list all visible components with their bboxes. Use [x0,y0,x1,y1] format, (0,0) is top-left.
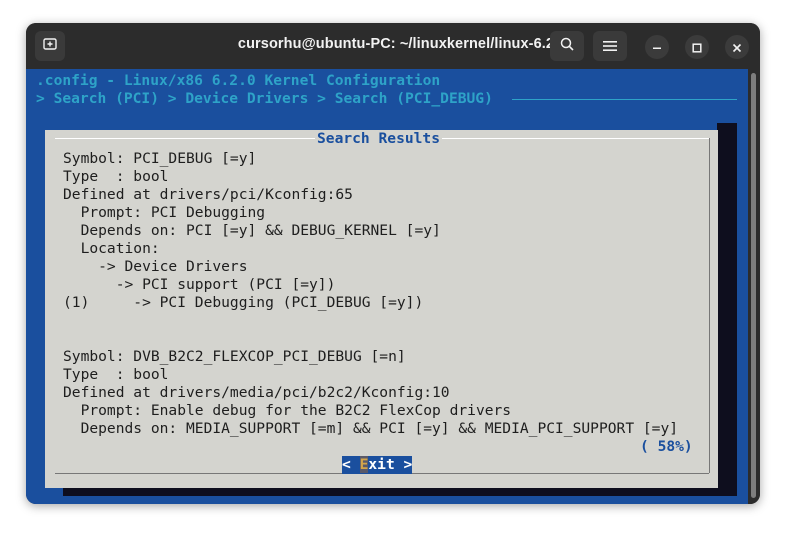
search-results-dialog: Search Results Symbol: PCI_DEBUG [=y] Ty… [45,130,718,488]
result-line: Type : bool [63,168,169,185]
new-tab-icon [42,36,58,56]
result-line: Depends on: MEDIA_SUPPORT [=m] && PCI [=… [63,420,679,437]
result-line: Defined at drivers/media/pci/b2c2/Kconfi… [63,384,450,401]
dialog-border-right [709,138,710,473]
search-icon [559,36,575,56]
minimize-icon [652,38,662,57]
titlebar: cursorhu@ubuntu-PC: ~/linuxkernel/linux-… [26,23,760,69]
breadcrumb-rule [512,99,737,100]
terminal-window: cursorhu@ubuntu-PC: ~/linuxkernel/linux-… [26,23,760,504]
result-line: Defined at drivers/pci/Kconfig:65 [63,186,353,203]
result-line: Depends on: PCI [=y] && DEBUG_KERNEL [=y… [63,222,441,239]
menu-button[interactable] [593,31,627,61]
close-button[interactable] [725,35,749,59]
menuconfig-header: .config - Linux/x86 6.2.0 Kernel Configu… [36,72,441,89]
search-button[interactable] [550,31,584,61]
maximize-button[interactable] [685,35,709,59]
dialog-title: Search Results [315,130,443,148]
result-line: Prompt: Enable debug for the B2C2 FlexCo… [63,402,512,419]
result-line: Symbol: PCI_DEBUG [=y] [63,150,257,167]
result-line: Location: [63,240,160,257]
maximize-icon [692,38,702,57]
close-icon [732,38,742,57]
scrollbar-thumb[interactable] [751,73,756,498]
result-line: Symbol: DVB_B2C2_FLEXCOP_PCI_DEBUG [=n] [63,348,406,365]
dialog-shadow-right [717,123,737,496]
terminal-scrollbar[interactable] [748,69,760,504]
terminal-area[interactable]: .config - Linux/x86 6.2.0 Kernel Configu… [26,69,748,504]
result-line-jump[interactable]: (1) -> PCI Debugging (PCI_DEBUG [=y]) [63,294,423,312]
scroll-percent: ( 58%) [640,438,693,455]
result-line: -> Device Drivers [63,258,248,275]
window-title: cursorhu@ubuntu-PC: ~/linuxkernel/linux-… [237,36,555,52]
minimize-button[interactable] [645,35,669,59]
exit-button-left: < [342,456,360,473]
new-tab-button[interactable] [35,31,65,61]
result-line: Prompt: PCI Debugging [63,204,266,221]
result-line: Type : bool [63,366,169,383]
breadcrumb: > Search (PCI) > Device Drivers > Search… [36,90,493,107]
exit-button-rest: xit > [368,456,413,473]
result-line: -> PCI support (PCI [=y]) [63,276,336,293]
hamburger-menu-icon [603,37,617,56]
exit-button[interactable]: < Exit > [342,456,413,474]
